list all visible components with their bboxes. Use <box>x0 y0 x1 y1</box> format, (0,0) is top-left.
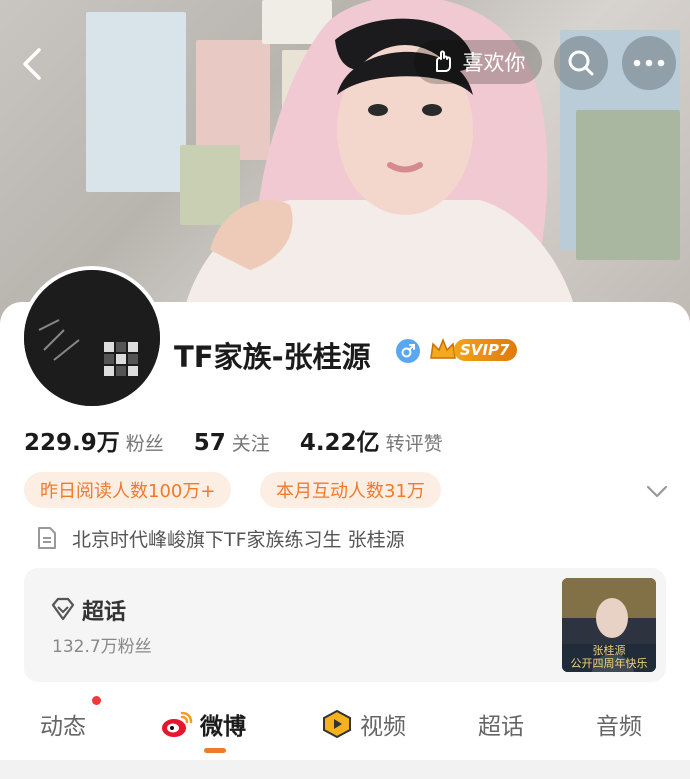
thumb-subtitle: 公开四周年快乐 <box>570 657 648 670</box>
svip-label: SVIP7 <box>454 339 518 361</box>
tab-audio[interactable]: 音频 <box>596 706 642 742</box>
tab-video[interactable]: 视频 <box>320 706 406 742</box>
thumb-title: 张桂源 <box>592 644 626 657</box>
avatar[interactable] <box>20 266 164 410</box>
following-label[interactable]: 关注 <box>232 429 270 456</box>
diamond-icon <box>51 597 75 621</box>
interactions-label: 转评赞 <box>385 433 443 455</box>
tab-label: 音频 <box>596 714 642 740</box>
fans-label[interactable]: 粉丝 <box>126 429 164 456</box>
chaohua-title: 超话 <box>82 600 127 625</box>
interaction-count-tag[interactable]: 本月互动人数31万 <box>260 472 441 508</box>
fans-count[interactable]: 229.9万 <box>24 423 120 457</box>
read-count-tag[interactable]: 昨日阅读人数100万+ <box>24 472 232 508</box>
profile-stats: 229.9万 粉丝 57 关注 4.22亿 转评赞 <box>24 423 473 457</box>
chaohua-card[interactable]: 超话 132.7万粉丝 张桂源 公开四周年快乐 <box>24 568 666 682</box>
chaohua-thumbnail[interactable]: 张桂源 公开四周年快乐 <box>562 578 656 672</box>
profile-name: TF家族-张桂源 <box>174 340 371 374</box>
tab-label: 超话 <box>478 714 524 740</box>
feed-divider <box>0 760 690 779</box>
tab-label: 视频 <box>360 714 406 740</box>
wall-poster <box>576 110 680 260</box>
male-icon <box>396 339 420 363</box>
like-label: 喜欢你 <box>462 51 526 75</box>
tab-label: 动态 <box>40 714 86 740</box>
chaohua-fans: 132.7万粉丝 <box>52 637 152 657</box>
document-icon <box>38 527 56 549</box>
video-icon <box>323 709 351 739</box>
following-count[interactable]: 57 <box>194 430 226 456</box>
like-button[interactable]: 喜欢你 <box>414 40 542 84</box>
tab-chaohua[interactable]: 超话 <box>478 706 524 742</box>
tab-label: 微博 <box>200 714 246 740</box>
profile-tabs: 动态 微博 视频 超话 音频 <box>0 696 690 753</box>
chevron-left-icon <box>23 48 41 80</box>
active-tab-indicator <box>204 748 226 753</box>
search-button[interactable] <box>554 36 608 90</box>
more-button[interactable] <box>622 36 676 90</box>
search-icon <box>568 50 594 76</box>
svip-badge[interactable]: SVIP7 <box>428 336 518 364</box>
interactions-count: 4.22亿 <box>299 430 380 456</box>
tab-dynamic[interactable]: 动态 <box>40 706 86 742</box>
back-button[interactable] <box>14 42 50 86</box>
hand-heart-icon <box>435 50 451 72</box>
avatar-artwork <box>24 270 160 406</box>
more-dots-icon <box>633 59 665 67</box>
bio-text: 北京时代峰峻旗下TF家族练习生 张桂源 <box>72 528 405 551</box>
profile-bio: 北京时代峰峻旗下TF家族练习生 张桂源 <box>36 522 405 554</box>
notification-dot <box>92 696 101 705</box>
weibo-icon <box>162 711 193 737</box>
chevron-down-icon[interactable] <box>644 478 670 504</box>
tab-weibo[interactable]: 微博 <box>160 706 246 742</box>
